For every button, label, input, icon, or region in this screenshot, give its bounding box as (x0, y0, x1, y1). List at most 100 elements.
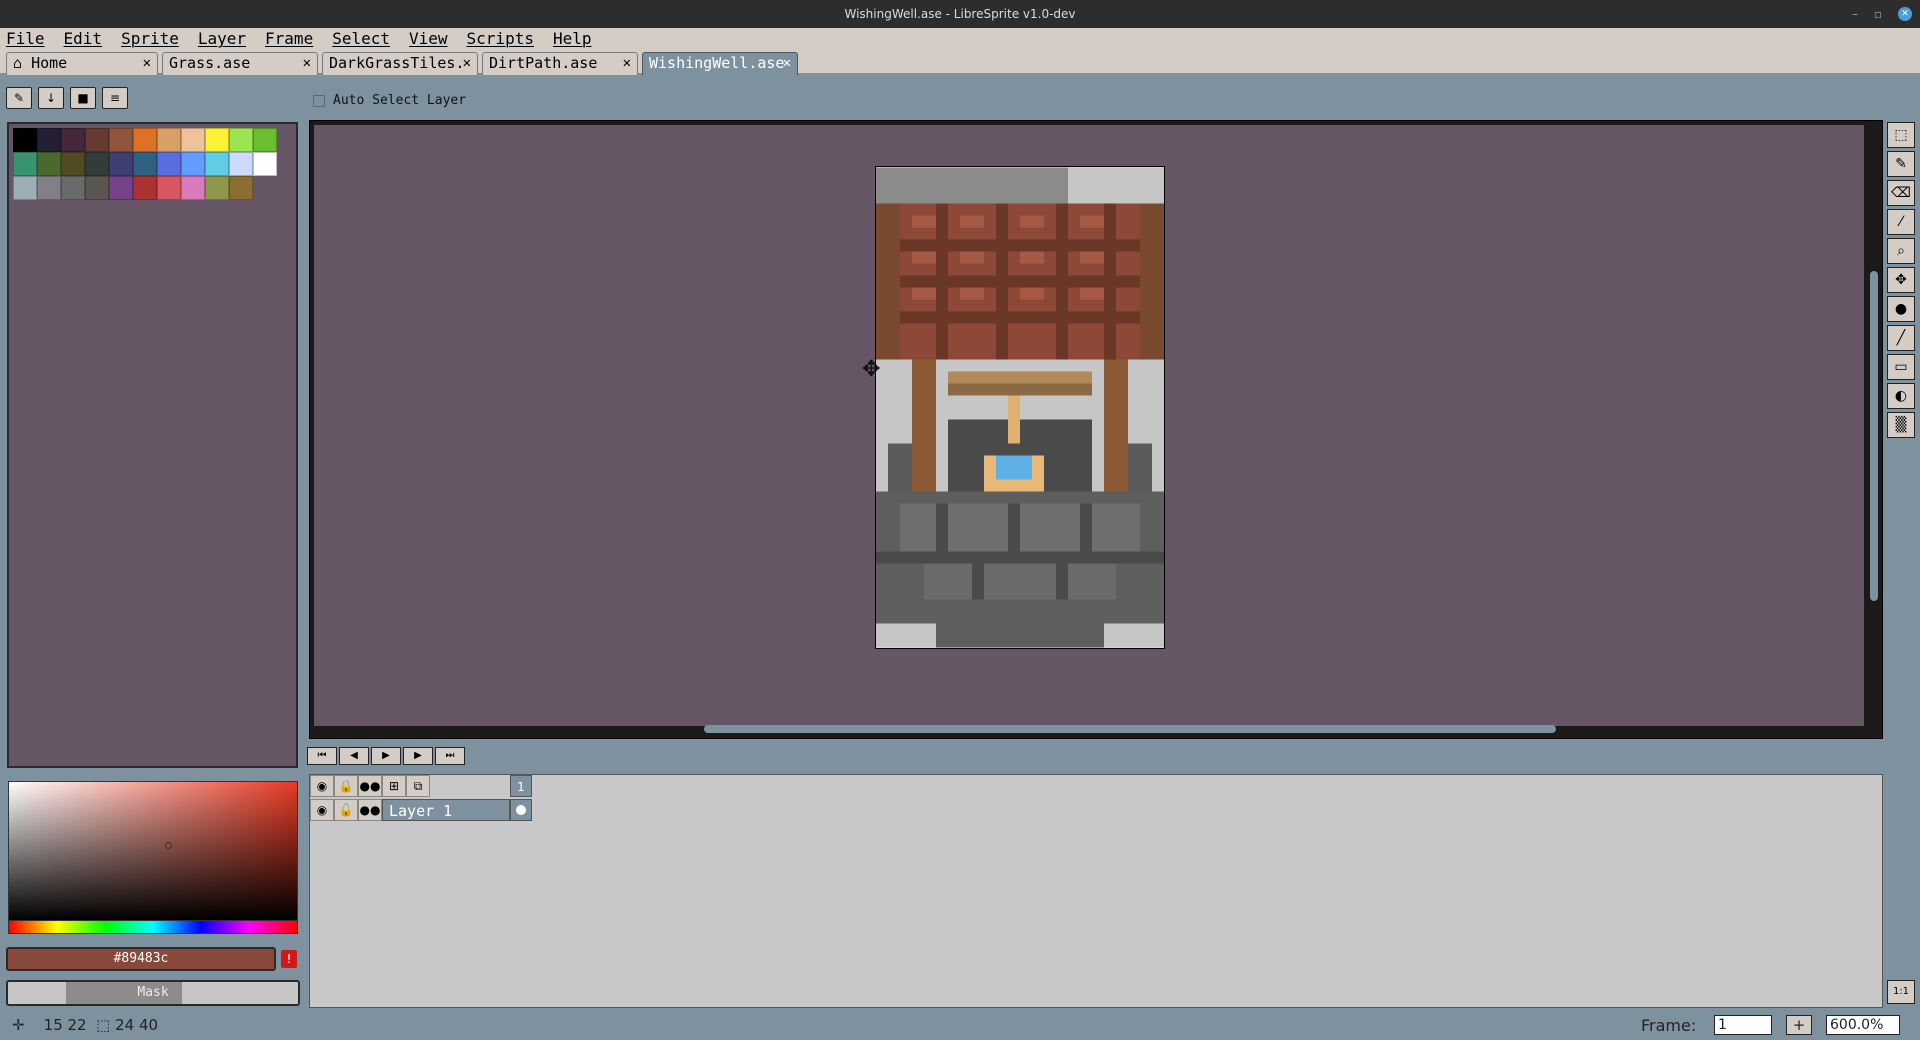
sprite-image[interactable] (875, 166, 1165, 649)
palette-swatch[interactable] (205, 128, 229, 152)
add-frame-button[interactable]: + (1786, 1015, 1812, 1035)
eraser-tool-icon[interactable]: ⌫ (1887, 180, 1915, 206)
pencil-tool-icon[interactable]: ✎ (1887, 151, 1915, 177)
color-picker[interactable] (8, 781, 298, 921)
menu-view[interactable]: View (409, 29, 448, 48)
palette-swatch[interactable] (109, 176, 133, 200)
first-frame-icon[interactable]: ⏮ (307, 747, 337, 765)
palette-swatch[interactable] (253, 128, 277, 152)
mask-color-bar[interactable]: Mask (6, 980, 300, 1006)
menu-select[interactable]: Select (332, 29, 390, 48)
vertical-scrollbar[interactable] (1870, 271, 1878, 601)
palette-swatch[interactable] (85, 128, 109, 152)
palette-swatch[interactable] (37, 128, 61, 152)
palette-swatch[interactable] (133, 152, 157, 176)
palette-swatch[interactable] (13, 152, 37, 176)
palette-swatch[interactable] (61, 152, 85, 176)
tab-grass[interactable]: Grass.ase ✕ (162, 52, 318, 75)
menu-sprite[interactable]: Sprite (121, 29, 179, 48)
close-window-icon[interactable]: ✕ (1898, 7, 1912, 21)
close-tab-icon[interactable]: ✕ (303, 53, 311, 74)
frame-input[interactable]: 1 (1714, 1015, 1772, 1035)
play-icon[interactable]: ▶ (371, 747, 401, 765)
layer-row[interactable]: ◉ 🔓 ●● Layer 1 (310, 799, 532, 821)
foreground-color-bar[interactable]: #89483c (6, 947, 276, 971)
palette-swatch[interactable] (61, 176, 85, 200)
palette-swatch[interactable] (229, 128, 253, 152)
palette-swatch[interactable] (109, 152, 133, 176)
auto-select-layer-checkbox[interactable] (313, 94, 325, 107)
tab-darkgrasstiles[interactable]: DarkGrassTiles. ✕ (322, 52, 478, 75)
palette-swatch[interactable] (181, 128, 205, 152)
palette-swatch[interactable] (181, 152, 205, 176)
palette-swatch[interactable] (205, 152, 229, 176)
palette-swatch[interactable] (61, 128, 85, 152)
palette-menu-icon[interactable]: ≡ (102, 87, 128, 109)
onion-skin-icon[interactable]: ⧉ (406, 775, 430, 797)
blur-tool-icon[interactable]: ▒ (1887, 412, 1915, 438)
previous-frame-icon[interactable]: ◀ (339, 747, 369, 765)
layer-visibility-icon[interactable]: ◉ (310, 799, 334, 821)
presets-icon[interactable]: ■ (70, 87, 96, 109)
palette-swatch[interactable] (181, 176, 205, 200)
tab-home[interactable]: ⌂ Home ✕ (6, 52, 158, 75)
layer-continuous-icon[interactable]: ●● (358, 799, 382, 821)
next-frame-icon[interactable]: ▶ (403, 747, 433, 765)
hue-slider[interactable] (8, 920, 298, 934)
palette-swatch[interactable] (157, 128, 181, 152)
zoom-input[interactable]: 600.0% (1826, 1015, 1900, 1035)
palette-swatch[interactable] (157, 152, 181, 176)
palette-swatch[interactable] (205, 176, 229, 200)
palette-swatch[interactable] (13, 176, 37, 200)
menu-edit[interactable]: Edit (64, 29, 103, 48)
menu-help[interactable]: Help (553, 29, 592, 48)
warning-icon[interactable]: ! (281, 950, 297, 968)
line-tool-icon[interactable]: ╱ (1887, 325, 1915, 351)
layer-name[interactable]: Layer 1 (382, 799, 510, 821)
canvas-area[interactable]: ✥ (314, 125, 1864, 726)
layer-group-icon[interactable]: ⊞ (382, 775, 406, 797)
palette-swatch[interactable] (85, 176, 109, 200)
palette-swatch[interactable] (229, 152, 253, 176)
marquee-tool-icon[interactable]: ⬚ (1887, 122, 1915, 148)
sort-palette-icon[interactable]: ↓ (38, 87, 64, 109)
tab-dirtpath[interactable]: DirtPath.ase ✕ (482, 52, 638, 75)
palette-swatch[interactable] (85, 152, 109, 176)
menu-frame[interactable]: Frame (265, 29, 313, 48)
actual-size-button[interactable]: 1:1 (1887, 980, 1915, 1004)
curve-tool-icon[interactable]: ◐ (1887, 383, 1915, 409)
palette-swatch[interactable] (229, 176, 253, 200)
palette-swatch[interactable] (253, 152, 277, 176)
menu-file[interactable]: File (6, 29, 45, 48)
menu-layer[interactable]: Layer (198, 29, 246, 48)
tab-wishingwell[interactable]: WishingWell.ase ✕ (642, 52, 798, 75)
palette-swatch[interactable] (109, 128, 133, 152)
lock-icon[interactable]: 🔒 (334, 775, 358, 797)
palette-swatch[interactable] (37, 152, 61, 176)
zoom-tool-icon[interactable]: ⌕ (1887, 238, 1915, 264)
cel[interactable] (510, 799, 532, 821)
last-frame-icon[interactable]: ⏭ (435, 747, 465, 765)
visibility-icon[interactable]: ◉ (310, 775, 334, 797)
rectangle-tool-icon[interactable]: ▭ (1887, 354, 1915, 380)
close-tab-icon[interactable]: ✕ (783, 53, 791, 74)
eyedropper-tool-icon[interactable]: ⁄ (1887, 209, 1915, 235)
menu-scripts[interactable]: Scripts (467, 29, 534, 48)
close-tab-icon[interactable]: ✕ (143, 53, 151, 74)
close-tab-icon[interactable]: ✕ (463, 53, 471, 74)
fill-tool-icon[interactable]: ● (1887, 296, 1915, 322)
layer-lock-icon[interactable]: 🔓 (334, 799, 358, 821)
horizontal-scrollbar[interactable] (704, 725, 1556, 733)
palette-swatch[interactable] (133, 176, 157, 200)
edit-palette-icon[interactable]: ✎ (6, 87, 32, 109)
palette-swatch[interactable] (13, 128, 37, 152)
move-tool-icon[interactable]: ✥ (1887, 267, 1915, 293)
minimize-icon[interactable]: – (1852, 0, 1858, 28)
palette-swatch[interactable] (133, 128, 157, 152)
frame-header[interactable]: 1 (510, 775, 532, 797)
auto-select-layer-option[interactable]: Auto Select Layer (313, 93, 466, 108)
palette-swatch[interactable] (37, 176, 61, 200)
palette-swatch[interactable] (157, 176, 181, 200)
maximize-icon[interactable]: ▫ (1874, 0, 1882, 28)
continuous-icon[interactable]: ●● (358, 775, 382, 797)
